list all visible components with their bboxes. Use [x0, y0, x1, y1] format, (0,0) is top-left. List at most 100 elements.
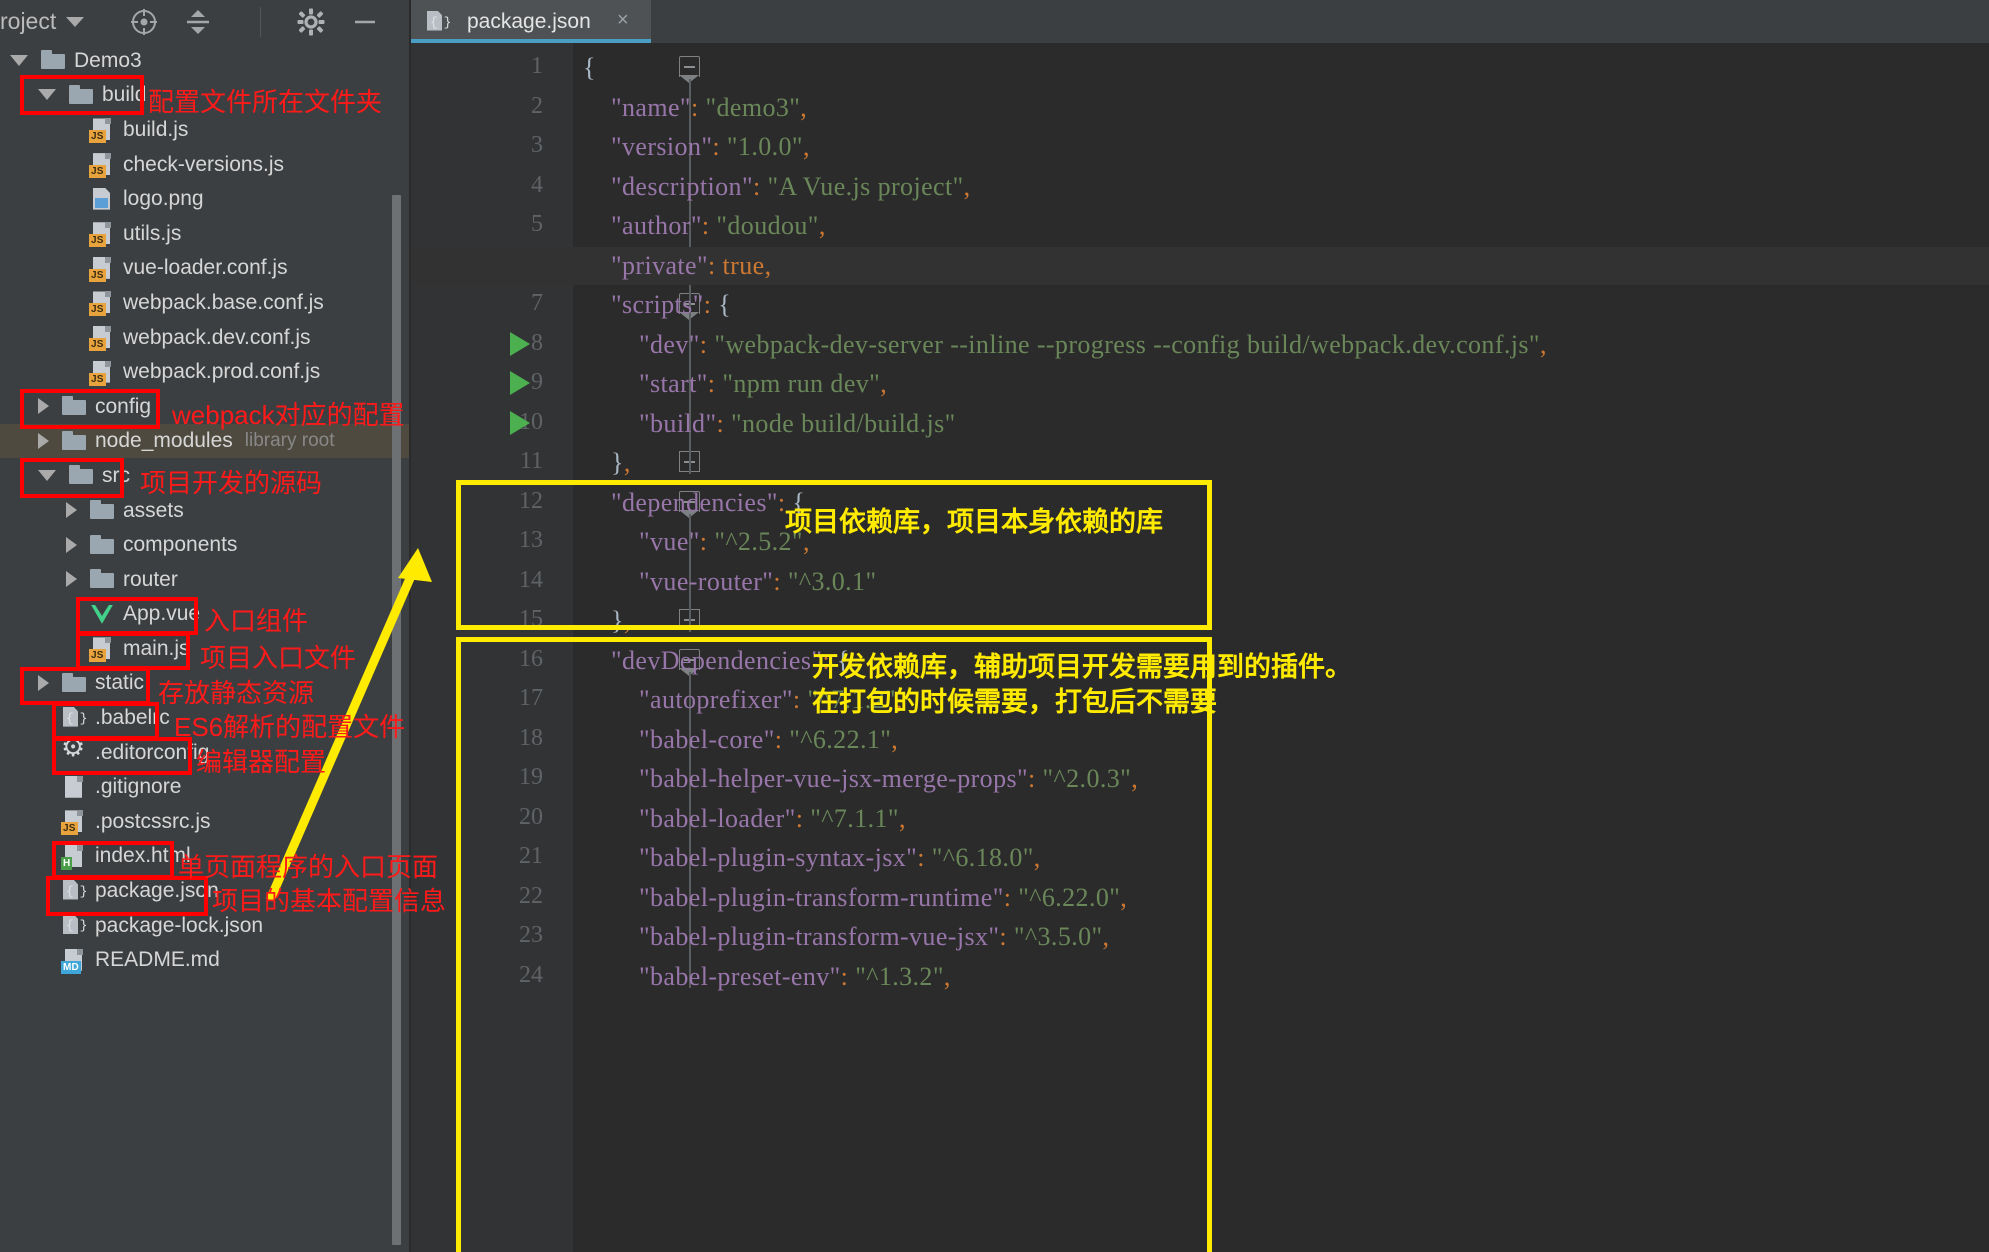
code-token: "dependencies" — [611, 487, 778, 517]
folder-icon — [89, 532, 115, 558]
line-number: 15 — [519, 606, 543, 632]
chevron-right-icon[interactable] — [38, 432, 49, 449]
line-number: 24 — [519, 961, 543, 988]
code-line: "babel-helper-vue-jsx-merge-props": "^2.… — [639, 764, 1138, 794]
code-token: : — [1003, 882, 1019, 912]
red-annotation-text: 项目开发的源码 — [140, 468, 323, 498]
tree-item-label: src — [102, 463, 130, 487]
run-script-icon[interactable] — [510, 331, 530, 356]
code-token: : — [712, 132, 727, 161]
tree-item-label: logo.png — [123, 187, 204, 211]
code-token: : — [690, 92, 706, 122]
code-token: : — [703, 290, 719, 319]
json-icon — [61, 912, 87, 938]
tree-item-label: config — [95, 394, 152, 418]
settings-gear-icon[interactable] — [297, 8, 325, 36]
code-token: "^6.22.0" — [1018, 882, 1121, 912]
red-annotation-text: 编辑器配置 — [196, 747, 327, 777]
line-number: 23 — [519, 922, 543, 948]
tree-item-webpack-base-conf-js[interactable]: JS webpack.base.conf.js — [0, 285, 410, 320]
tree-item-demo3[interactable]: Demo3 — [0, 43, 410, 78]
file-type-badge: JS — [89, 303, 106, 317]
chevron-down-icon[interactable] — [10, 54, 28, 66]
tree-item-readme-md[interactable]: MD README.md — [0, 942, 410, 977]
code-token: : — [999, 922, 1014, 951]
code-line: }, — [611, 606, 631, 636]
tree-item-label: .gitignore — [95, 775, 182, 799]
chevron-down-icon[interactable] — [38, 469, 56, 481]
red-annotation-text: 项目入口文件 — [200, 643, 357, 673]
folder-icon — [89, 566, 115, 592]
js-icon: JS — [89, 324, 115, 352]
file-type-badge: JS — [89, 649, 106, 663]
tree-item-label: assets — [123, 498, 184, 522]
line-number: 11 — [519, 448, 543, 474]
code-line: }, — [611, 448, 631, 478]
collapse-all-icon[interactable] — [184, 8, 212, 36]
tree-item-label: main.js — [123, 636, 190, 660]
gear-icon — [61, 734, 87, 765]
js-icon: JS — [89, 255, 115, 282]
code-line: "name": "demo3", — [611, 93, 807, 123]
chevron-right-icon[interactable] — [66, 571, 77, 588]
file-type-badge: JS — [89, 268, 106, 282]
html-icon: H — [61, 843, 87, 870]
chevron-right-icon[interactable] — [38, 398, 49, 415]
close-icon[interactable]: × — [617, 10, 635, 30]
folder-icon — [61, 428, 87, 454]
code-token: : — [699, 527, 715, 556]
chevron-right-icon[interactable] — [66, 502, 77, 519]
tab-package-json[interactable]: package.json × — [411, 0, 651, 43]
tree-item-utils-js[interactable]: JS utils.js — [0, 216, 410, 251]
tree-item-logo-png[interactable]: logo.png — [0, 181, 410, 216]
file-type-badge: JS — [89, 165, 106, 179]
chevron-right-icon[interactable] — [38, 674, 49, 691]
line-number: 2 — [531, 92, 543, 119]
line-number: 19 — [519, 764, 543, 790]
tree-item-webpack-dev-conf-js[interactable]: JS webpack.dev.conf.js — [0, 320, 410, 355]
code-token: , — [800, 92, 808, 122]
code-token: "babel-plugin-syntax-jsx" — [639, 843, 918, 872]
tree-item-label: utils.js — [123, 221, 182, 245]
js-icon: JS — [89, 359, 115, 386]
tree-item-label: vue-loader.conf.js — [123, 256, 288, 280]
editor-gutter[interactable]: 123456789101112131415161718192021222324 — [411, 43, 543, 1252]
red-annotation-text: 配置文件所在文件夹 — [148, 87, 383, 117]
tree-item-components[interactable]: components — [0, 527, 410, 562]
tree-item-webpack-prod-conf-js[interactable]: JS webpack.prod.conf.js — [0, 354, 410, 389]
tree-item-label: static — [95, 671, 145, 695]
code-token: : — [1028, 764, 1043, 793]
editor-fold-strip[interactable] — [543, 43, 700, 1252]
tree-item-label: check-versions.js — [123, 152, 285, 176]
tree-item-router[interactable]: router — [0, 562, 410, 597]
code-token: } — [611, 448, 624, 477]
locate-target-icon[interactable] — [130, 8, 158, 36]
code-token: true — [722, 250, 765, 280]
tree-item-label: Demo3 — [74, 48, 142, 72]
run-script-icon[interactable] — [510, 371, 530, 395]
tree-item-label: node_modules — [95, 429, 233, 453]
code-token: } — [611, 606, 624, 635]
red-annotation-text: 入口组件 — [204, 606, 309, 636]
run-script-icon[interactable] — [510, 410, 530, 435]
chevron-down-icon[interactable] — [38, 89, 56, 101]
folder-icon — [61, 393, 87, 419]
minimize-icon[interactable] — [351, 8, 379, 36]
tree-item-check-versions-js[interactable]: JS check-versions.js — [0, 147, 410, 182]
line-number: 1 — [531, 53, 543, 79]
code-token: "babel-helper-vue-jsx-merge-props" — [639, 764, 1029, 793]
chevron-right-icon[interactable] — [66, 536, 77, 553]
red-annotation-text: 存放静态资源 — [158, 678, 315, 708]
code-token: , — [1033, 843, 1041, 872]
js-icon: JS — [89, 151, 115, 179]
chevron-down-icon[interactable] — [66, 16, 85, 27]
code-token: "description" — [611, 171, 753, 201]
tree-item--postcssrc-js[interactable]: JS .postcssrc.js — [0, 804, 410, 839]
code-token: "A Vue.js project" — [767, 171, 964, 201]
code-token: : — [773, 566, 788, 596]
red-annotation-text: ES6解析的配置文件 — [174, 712, 406, 742]
tree-item-vue-loader-conf-js[interactable]: JS vue-loader.conf.js — [0, 251, 410, 286]
tree-item-label: webpack.dev.conf.js — [123, 325, 311, 349]
code-token: , — [898, 803, 906, 833]
code-token: "^6.18.0" — [931, 843, 1034, 872]
